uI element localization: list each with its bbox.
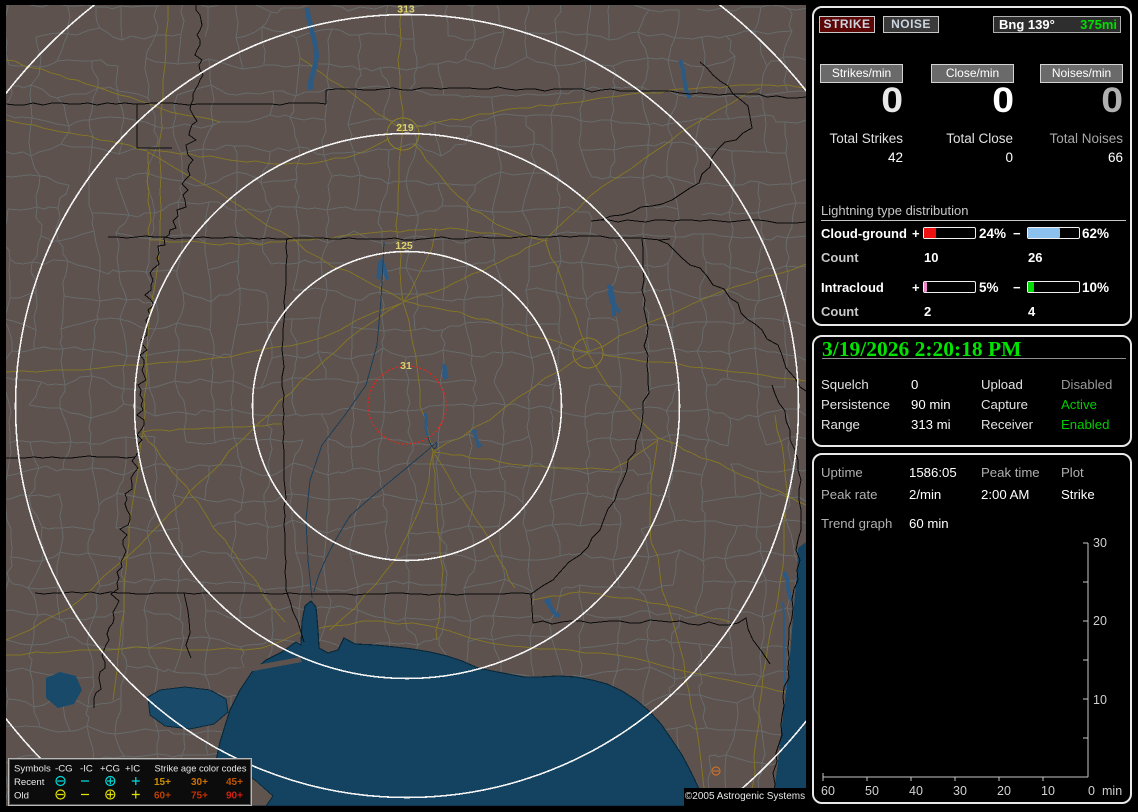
svg-text:Strike age color codes: Strike age color codes xyxy=(155,764,247,774)
svg-text:30+: 30+ xyxy=(191,777,208,788)
svg-text:313: 313 xyxy=(397,5,415,16)
svg-text:-CG: -CG xyxy=(55,764,73,775)
svg-text:60+: 60+ xyxy=(154,791,171,802)
svg-text:20: 20 xyxy=(997,784,1011,798)
svg-text:min: min xyxy=(1102,784,1122,798)
svg-text:+CG: +CG xyxy=(100,764,120,775)
svg-text:0: 0 xyxy=(1088,784,1095,798)
svg-text:50: 50 xyxy=(865,784,879,798)
svg-text:30: 30 xyxy=(1093,536,1107,550)
svg-text:45+: 45+ xyxy=(226,777,243,788)
svg-text:90+: 90+ xyxy=(226,791,243,802)
svg-text:Old: Old xyxy=(14,791,29,802)
svg-text:-IC: -IC xyxy=(80,764,93,775)
svg-text:20: 20 xyxy=(1093,614,1107,628)
svg-text:+IC: +IC xyxy=(125,764,140,775)
svg-text:125: 125 xyxy=(395,240,413,252)
svg-text:30: 30 xyxy=(953,784,967,798)
svg-text:Symbols: Symbols xyxy=(14,764,51,775)
svg-text:75+: 75+ xyxy=(191,791,208,802)
svg-text:31: 31 xyxy=(400,360,412,372)
svg-text:10: 10 xyxy=(1041,784,1055,798)
svg-text:15+: 15+ xyxy=(154,777,171,788)
svg-text:60: 60 xyxy=(821,784,835,798)
svg-text:Recent: Recent xyxy=(14,777,45,788)
svg-text:40: 40 xyxy=(909,784,923,798)
svg-text:10: 10 xyxy=(1093,693,1107,707)
svg-text:219: 219 xyxy=(396,122,414,134)
